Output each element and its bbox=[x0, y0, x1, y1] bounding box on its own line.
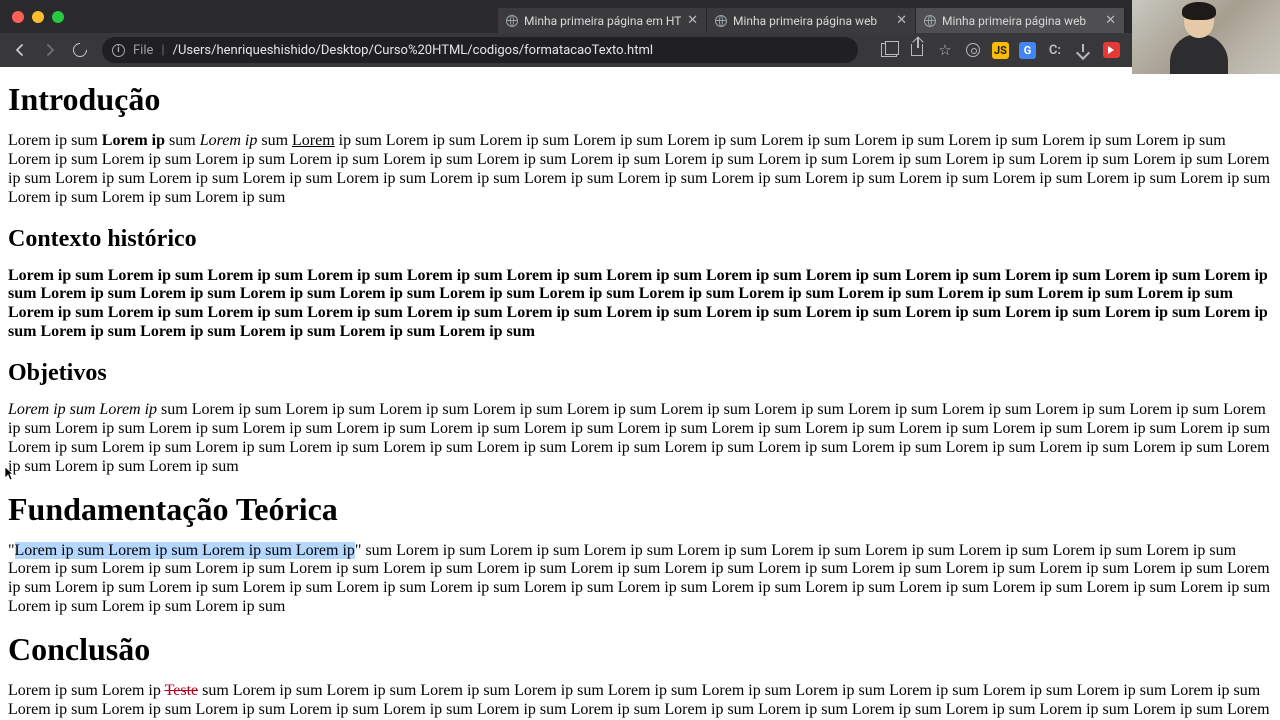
reload-button[interactable] bbox=[68, 38, 92, 62]
minimize-window-button[interactable] bbox=[32, 11, 44, 23]
bookmark-star-icon[interactable]: ☆ bbox=[936, 41, 954, 59]
text-run: sum Lorem ip sum Lorem ip sum Lorem ip s… bbox=[8, 682, 1270, 720]
text-run: sum bbox=[257, 132, 292, 149]
close-window-button[interactable] bbox=[12, 11, 24, 23]
close-tab-icon[interactable]: ✕ bbox=[896, 13, 907, 28]
quote-open: " bbox=[8, 542, 15, 559]
globe-icon bbox=[924, 15, 936, 27]
maximize-window-button[interactable] bbox=[52, 11, 64, 23]
close-tab-icon[interactable]: ✕ bbox=[687, 13, 698, 28]
text-run: sum bbox=[165, 132, 200, 149]
share-icon[interactable] bbox=[908, 41, 926, 59]
browser-tab-1[interactable]: Minha primeira página em HTM ✕ bbox=[498, 8, 707, 33]
tab-title: Minha primeira página em HTM bbox=[524, 14, 681, 28]
underline-text: Lorem bbox=[292, 132, 335, 149]
text-run: Lorem ip sum bbox=[8, 132, 102, 149]
text-run: sum Lorem ip sum Lorem ip sum Lorem ip s… bbox=[8, 401, 1270, 475]
extension-google-icon[interactable]: G bbox=[1019, 42, 1036, 59]
browser-toolbar: i File | /Users/henriqueshishido/Desktop… bbox=[0, 33, 1280, 67]
address-bar[interactable]: i File | /Users/henriqueshishido/Desktop… bbox=[102, 37, 858, 63]
translate-icon[interactable] bbox=[880, 41, 898, 59]
globe-icon bbox=[715, 15, 727, 27]
paragraph-introducao: Lorem ip sum Lorem ip sum Lorem ip sum L… bbox=[8, 132, 1272, 208]
arrow-right-icon bbox=[43, 43, 57, 57]
traffic-lights bbox=[12, 11, 64, 23]
extension-js-icon[interactable]: JS bbox=[992, 42, 1009, 59]
heading-contexto: Contexto histórico bbox=[8, 226, 1272, 253]
address-scheme: File bbox=[133, 43, 153, 58]
download-icon[interactable] bbox=[1074, 41, 1092, 59]
close-tab-icon[interactable]: ✕ bbox=[1105, 13, 1116, 28]
window-titlebar: Minha primeira página em HTM ✕ Minha pri… bbox=[0, 0, 1280, 33]
tab-title: Minha primeira página web bbox=[733, 14, 890, 28]
italic-text: Lorem ip bbox=[200, 132, 258, 149]
heading-objetivos: Objetivos bbox=[8, 360, 1272, 387]
extension-c-icon[interactable]: C: bbox=[1046, 41, 1064, 59]
extension-circle-icon[interactable] bbox=[964, 41, 982, 59]
reload-icon bbox=[70, 40, 90, 60]
bold-text: Lorem ip bbox=[102, 132, 165, 149]
paragraph-conclusao: Lorem ip sum Lorem ip Teste sum Lorem ip… bbox=[8, 682, 1272, 720]
selected-text[interactable]: Lorem ip sum Lorem ip sum Lorem ip sum L… bbox=[15, 542, 355, 559]
info-icon[interactable]: i bbox=[112, 44, 125, 57]
paragraph-objetivos: Lorem ip sum Lorem ip sum Lorem ip sum L… bbox=[8, 401, 1272, 477]
browser-tab-2[interactable]: Minha primeira página web ✕ bbox=[707, 8, 916, 33]
paragraph-fundamentacao: "Lorem ip sum Lorem ip sum Lorem ip sum … bbox=[8, 542, 1272, 618]
browser-tab-3[interactable]: Minha primeira página web ✕ bbox=[916, 8, 1125, 33]
heading-introducao: Introdução bbox=[8, 81, 1272, 118]
extension-video-icon[interactable] bbox=[1102, 41, 1120, 59]
page-content: Introdução Lorem ip sum Lorem ip sum Lor… bbox=[0, 67, 1280, 720]
back-button[interactable] bbox=[8, 38, 32, 62]
tab-title: Minha primeira página web bbox=[942, 14, 1099, 28]
tab-strip: Minha primeira página em HTM ✕ Minha pri… bbox=[498, 8, 1125, 33]
address-separator: | bbox=[161, 43, 164, 58]
bold-text: Lorem ip sum Lorem ip sum Lorem ip sum L… bbox=[8, 267, 1268, 341]
webcam-overlay bbox=[1132, 0, 1280, 74]
globe-icon bbox=[506, 15, 518, 27]
arrow-left-icon bbox=[13, 43, 27, 57]
paragraph-contexto: Lorem ip sum Lorem ip sum Lorem ip sum L… bbox=[8, 267, 1272, 343]
heading-conclusao: Conclusão bbox=[8, 631, 1272, 668]
heading-fundamentacao: Fundamentação Teórica bbox=[8, 491, 1272, 528]
deleted-text: Teste bbox=[165, 682, 199, 699]
text-run: Lorem ip sum Lorem ip bbox=[8, 682, 165, 699]
italic-text: Lorem ip sum Lorem ip bbox=[8, 401, 157, 418]
forward-button[interactable] bbox=[38, 38, 62, 62]
address-path: /Users/henriqueshishido/Desktop/Curso%20… bbox=[173, 43, 653, 58]
